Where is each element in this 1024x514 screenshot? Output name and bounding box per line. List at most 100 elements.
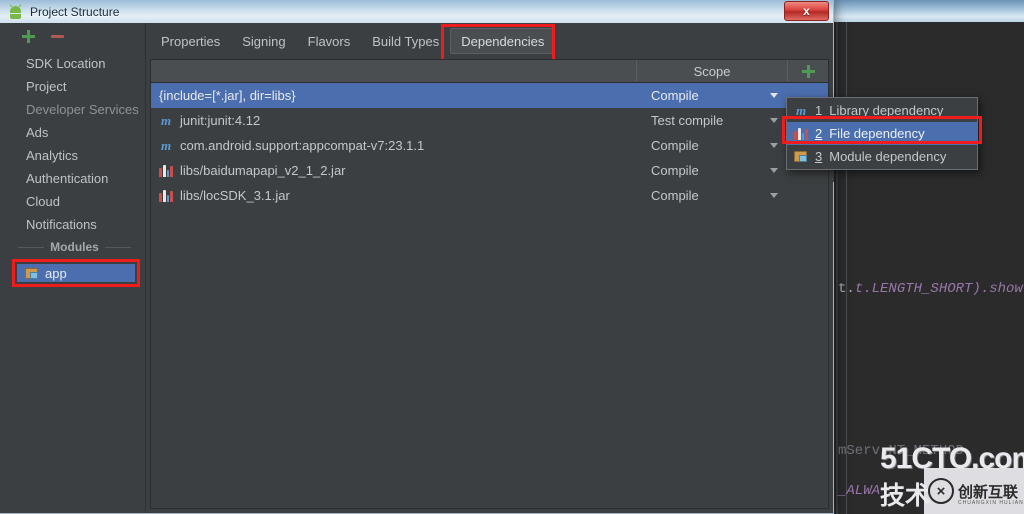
watermark: 51CTO.com 技术 × 创新互联 CHUANGXIN HULIAN: [880, 440, 1024, 514]
module-folder-icon: [25, 267, 39, 280]
tab-label: Properties: [161, 33, 221, 49]
tab-label: Dependencies: [461, 33, 545, 49]
table-row[interactable]: libs/locSDK_3.1.jar Compile: [151, 183, 828, 208]
scope-label: Compile: [651, 163, 699, 178]
dependency-name-cell: libs/baidumapapi_v2_1_2.jar: [151, 158, 637, 183]
dependency-label: libs/locSDK_3.1.jar: [180, 188, 290, 203]
chevron-down-icon[interactable]: [770, 143, 778, 148]
close-icon[interactable]: x: [784, 1, 829, 21]
sidebar-item-label: Developer Services: [26, 102, 139, 117]
sidebar-item-notifications[interactable]: Notifications: [0, 213, 145, 236]
dependency-scope-cell[interactable]: Compile: [637, 83, 788, 108]
sidebar-item-label: Authentication: [26, 171, 109, 186]
watermark-badge-subtext: CHUANGXIN HULIAN: [958, 500, 1024, 506]
chevron-down-icon[interactable]: [770, 193, 778, 198]
dependency-name-cell: libs/locSDK_3.1.jar: [151, 183, 637, 208]
watermark-badge-mark-icon: ×: [928, 478, 954, 504]
tab-signing[interactable]: Signing: [231, 28, 296, 54]
chevron-down-icon[interactable]: [770, 93, 778, 98]
table-row[interactable]: m com.android.support:appcompat-v7:23.1.…: [151, 133, 828, 158]
sidebar-item-label: SDK Location: [26, 56, 106, 71]
sidebar-toolbar: [0, 23, 145, 50]
column-header-scope: Scope: [637, 60, 788, 82]
menu-item-number: 3: [815, 149, 823, 164]
books-icon: [159, 189, 173, 202]
modules-separator: Modules: [0, 236, 145, 258]
scope-label: Compile: [651, 188, 699, 203]
sidebar-item-label: Project: [26, 79, 67, 94]
chevron-down-icon[interactable]: [770, 168, 778, 173]
menu-item-label: File dependency: [829, 126, 925, 141]
add-dependency-button[interactable]: [788, 60, 828, 82]
maven-icon: m: [795, 103, 807, 118]
modules-separator-label: Modules: [50, 240, 99, 254]
minus-icon[interactable]: [51, 30, 64, 43]
sidebar-item-app-module[interactable]: app: [17, 264, 135, 282]
dialog-titlebar[interactable]: Project Structure x: [0, 0, 833, 23]
plus-icon: [801, 64, 815, 78]
sidebar-item-cloud[interactable]: Cloud: [0, 190, 145, 213]
watermark-badge-text: 创新互联: [958, 483, 1019, 501]
maven-icon: m: [160, 138, 172, 153]
sidebar-item-analytics[interactable]: Analytics: [0, 144, 145, 167]
dependency-label: com.android.support:appcompat-v7:23.1.1: [180, 138, 425, 153]
sidebar-item-developer-services[interactable]: Developer Services: [0, 98, 145, 121]
dependency-label: libs/baidumapapi_v2_1_2.jar: [180, 163, 346, 178]
tab-build-types[interactable]: Build Types: [361, 28, 450, 54]
menu-item-module-dependency[interactable]: 3 Module dependency: [787, 145, 977, 168]
menu-item-label: Library dependency: [829, 103, 944, 118]
chevron-down-icon[interactable]: [770, 118, 778, 123]
menu-item-number: 1: [815, 103, 823, 118]
scope-label: Compile: [651, 88, 699, 103]
sidebar-item-label: app: [45, 265, 67, 281]
tab-properties[interactable]: Properties: [150, 28, 231, 54]
table-row[interactable]: m junit:junit:4.12 Test compile: [151, 108, 828, 133]
watermark-badge: × 创新互联 CHUANGXIN HULIAN: [924, 468, 1024, 514]
dependency-label: {include=[*.jar], dir=libs}: [159, 88, 296, 103]
column-header-name: [151, 60, 637, 82]
separator-line-left: [18, 246, 45, 248]
sidebar-item-project[interactable]: Project: [0, 75, 145, 98]
add-dependency-menu: m 1 Library dependency 2 File dependency…: [786, 97, 978, 170]
scope-label: Compile: [651, 138, 699, 153]
sidebar: SDK Location Project Developer Services …: [0, 23, 146, 513]
dependency-scope-cell[interactable]: Compile: [637, 158, 788, 183]
sidebar-list: SDK Location Project Developer Services …: [0, 52, 145, 287]
editor-divider-line: [836, 22, 838, 514]
dependency-name-cell: m junit:junit:4.12: [151, 108, 637, 133]
sidebar-item-label: Notifications: [26, 217, 97, 232]
project-structure-dialog: Project Structure x SDK Location Project…: [0, 0, 834, 514]
editor-divider-line-2: [846, 22, 847, 514]
content-panel: Properties Signing Flavors Build Types D…: [146, 23, 833, 513]
dependency-scope-cell[interactable]: Compile: [637, 133, 788, 158]
table-header-row: Scope: [151, 60, 828, 83]
menu-item-label: Module dependency: [829, 149, 947, 164]
row-spacer: [788, 183, 828, 208]
dependency-scope-cell[interactable]: Test compile: [637, 108, 788, 133]
dependency-scope-cell[interactable]: Compile: [637, 183, 788, 208]
books-icon: [159, 164, 173, 177]
sidebar-item-label: Analytics: [26, 148, 79, 163]
menu-item-file-dependency[interactable]: 2 File dependency: [787, 122, 977, 145]
table-row[interactable]: {include=[*.jar], dir=libs} Compile: [151, 83, 828, 108]
dialog-title: Project Structure: [30, 4, 120, 19]
books-icon: [794, 127, 808, 140]
maven-icon: m: [160, 113, 172, 128]
menu-item-library-dependency[interactable]: m 1 Library dependency: [787, 99, 977, 122]
tab-flavors[interactable]: Flavors: [297, 28, 362, 54]
background-code-line-3: _ALWA: [838, 483, 881, 499]
dependency-name-cell: m com.android.support:appcompat-v7:23.1.…: [151, 133, 637, 158]
tab-dependencies[interactable]: Dependencies: [450, 28, 556, 54]
sidebar-item-label: Cloud: [26, 194, 60, 209]
tab-label: Signing: [242, 33, 286, 49]
sidebar-item-sdk-location[interactable]: SDK Location: [0, 52, 145, 75]
watermark-secondary-text: 技术: [880, 482, 931, 510]
dependencies-table: Scope {include=[*.jar], dir=libs} Compil…: [150, 59, 829, 509]
table-row[interactable]: libs/baidumapapi_v2_1_2.jar Compile: [151, 158, 828, 183]
background-code-line-1: t.t.LENGTH_SHORT).show(: [838, 281, 1024, 297]
sidebar-item-label: Ads: [26, 125, 49, 140]
sidebar-item-authentication[interactable]: Authentication: [0, 167, 145, 190]
sidebar-item-ads[interactable]: Ads: [0, 121, 145, 144]
plus-icon[interactable]: [22, 30, 35, 43]
code-token-length-short: t.LENGTH_SHORT).show(: [854, 281, 1024, 297]
